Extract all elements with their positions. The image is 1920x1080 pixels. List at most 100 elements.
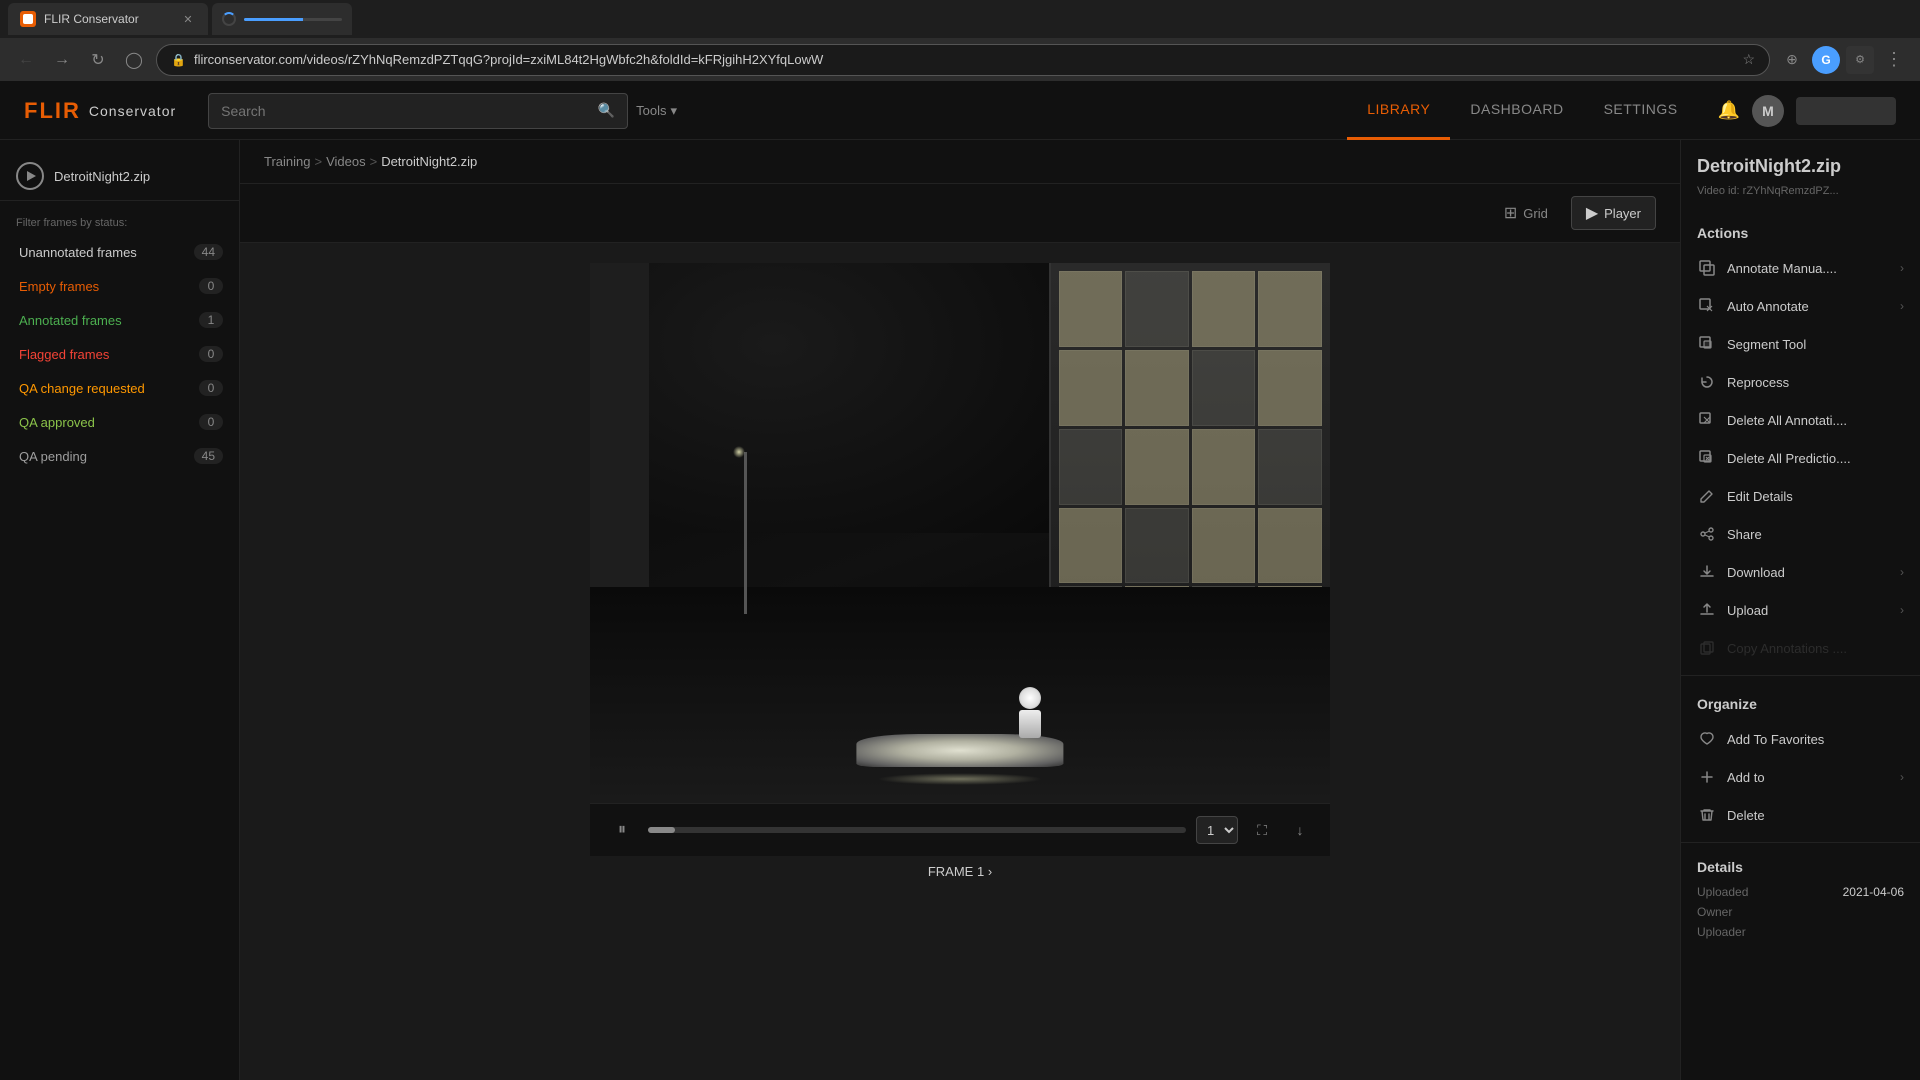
download-frame-button[interactable]: ↓ <box>1286 816 1314 844</box>
filter-qa-pending[interactable]: QA pending 45 <box>0 439 239 473</box>
right-panel: DetroitNight2.zip Video id: rZYhNqRemzdP… <box>1680 140 1920 1080</box>
logo-conservator: Conservator <box>89 103 176 119</box>
main-content: DetroitNight2.zip Filter frames by statu… <box>0 140 1920 1080</box>
filter-unannotated[interactable]: Unannotated frames 44 <box>0 235 239 269</box>
player-view-button[interactable]: ▶ Player <box>1571 196 1656 230</box>
browser-actions: ⊕ G ⚙ ⋮ <box>1778 46 1908 74</box>
action-favorites-label: Add To Favorites <box>1727 732 1904 747</box>
window <box>1192 350 1256 426</box>
breadcrumb-videos[interactable]: Videos <box>326 154 366 169</box>
breadcrumb-current: DetroitNight2.zip <box>381 154 477 169</box>
nav-dashboard[interactable]: DASHBOARD <box>1450 82 1583 140</box>
right-panel-title: DetroitNight2.zip <box>1681 156 1920 185</box>
tab-favicon <box>20 11 36 27</box>
tab-bar: FLIR Conservator ✕ <box>0 0 1920 38</box>
divider-1 <box>1681 675 1920 676</box>
filter-empty-count: 0 <box>199 278 223 294</box>
detail-uploaded-key: Uploaded <box>1697 885 1748 899</box>
forward-button[interactable]: → <box>48 46 76 74</box>
window <box>1258 350 1322 426</box>
profile-button[interactable]: G <box>1812 46 1840 74</box>
download-icon <box>1697 562 1717 582</box>
breadcrumb-sep-1: > <box>314 154 322 169</box>
breadcrumb-training[interactable]: Training <box>264 154 310 169</box>
filter-flagged[interactable]: Flagged frames 0 <box>0 337 239 371</box>
grid-view-button[interactable]: ⊞ Grid <box>1489 196 1563 230</box>
action-add-to[interactable]: Add to › <box>1681 758 1920 796</box>
person-head <box>1019 687 1041 709</box>
notifications-button[interactable]: 🔔 <box>1718 100 1740 121</box>
search-input[interactable] <box>221 103 590 119</box>
nav-library[interactable]: LIBRARY <box>1347 82 1450 140</box>
fullscreen-button[interactable]: ⛶ <box>1248 816 1276 844</box>
tools-button[interactable]: Tools ▾ <box>628 99 685 123</box>
extensions-button[interactable]: ⊕ <box>1778 46 1806 74</box>
search-bar[interactable]: 🔍 <box>208 93 628 129</box>
action-delete-predictions[interactable]: Delete All Predictio.... <box>1681 439 1920 477</box>
breadcrumb: Training > Videos > DetroitNight2.zip <box>240 140 1680 184</box>
window <box>1125 508 1189 584</box>
filter-qa-pending-count: 45 <box>194 448 223 464</box>
action-download[interactable]: Download › <box>1681 553 1920 591</box>
favorite-icon <box>1697 729 1717 749</box>
action-segment-tool[interactable]: Segment Tool <box>1681 325 1920 363</box>
reprocess-icon <box>1697 372 1717 392</box>
action-share[interactable]: Share <box>1681 515 1920 553</box>
action-upload[interactable]: Upload › <box>1681 591 1920 629</box>
action-delete-annotations[interactable]: Delete All Annotati.... <box>1681 401 1920 439</box>
filter-qa-pending-label: QA pending <box>19 449 87 464</box>
window <box>1125 271 1189 347</box>
pause-button[interactable]: ⏸ <box>606 814 638 846</box>
frame-selector[interactable]: 1 <box>1196 816 1238 844</box>
action-copy-annot-label: Copy Annotations .... <box>1727 641 1904 656</box>
action-edit-label: Edit Details <box>1727 489 1904 504</box>
progress-bar[interactable] <box>648 827 1186 833</box>
action-delete[interactable]: Delete <box>1681 796 1920 834</box>
loading-tab[interactable] <box>212 3 352 35</box>
user-avatar[interactable]: M <box>1752 95 1784 127</box>
loading-spinner <box>222 12 236 26</box>
thermal-sky <box>590 263 1049 533</box>
action-add-to-arrow: › <box>1900 770 1904 784</box>
filter-unannotated-count: 44 <box>194 244 223 260</box>
browser-menu-button[interactable]: ⋮ <box>1880 46 1908 74</box>
pause-icon: ⏸ <box>618 821 626 839</box>
app-header: FLIR Conservator 🔍 Tools ▾ LIBRARY DASHB… <box>0 82 1920 140</box>
thermal-street <box>590 587 1330 803</box>
back-button[interactable]: ← <box>12 46 40 74</box>
action-add-to-favorites[interactable]: Add To Favorites <box>1681 720 1920 758</box>
action-reprocess-label: Reprocess <box>1727 375 1904 390</box>
filter-annotated[interactable]: Annotated frames 1 <box>0 303 239 337</box>
active-tab[interactable]: FLIR Conservator ✕ <box>8 3 208 35</box>
action-upload-label: Upload <box>1727 603 1890 618</box>
light-glow <box>733 446 745 458</box>
filter-qa-change[interactable]: QA change requested 0 <box>0 371 239 405</box>
tab-close-button[interactable]: ✕ <box>180 11 196 27</box>
player-icon: ▶ <box>1586 203 1598 223</box>
extension-icon[interactable]: ⚙ <box>1846 46 1874 74</box>
home-button[interactable]: ◯ <box>120 46 148 74</box>
action-annotate-label: Annotate Manua.... <box>1727 261 1890 276</box>
thermal-car <box>856 734 1063 782</box>
frame-label[interactable]: FRAME 1 › <box>920 856 1000 887</box>
browser-toolbar: ← → ↻ ◯ 🔒 flirconservator.com/videos/rZY… <box>0 38 1920 82</box>
action-annotate-manually[interactable]: Annotate Manua.... › <box>1681 249 1920 287</box>
filter-qa-approved[interactable]: QA approved 0 <box>0 405 239 439</box>
address-bar[interactable]: 🔒 flirconservator.com/videos/rZYhNqRemzd… <box>156 44 1770 76</box>
action-auto-label: Auto Annotate <box>1727 299 1890 314</box>
nav-settings[interactable]: SETTINGS <box>1584 82 1698 140</box>
bookmark-icon[interactable]: ☆ <box>1742 51 1755 68</box>
action-edit-details[interactable]: Edit Details <box>1681 477 1920 515</box>
loading-progress <box>244 18 303 21</box>
filter-empty[interactable]: Empty frames 0 <box>0 269 239 303</box>
filter-qa-change-label: QA change requested <box>19 381 145 396</box>
window <box>1192 508 1256 584</box>
action-auto-annotate[interactable]: Auto Annotate › <box>1681 287 1920 325</box>
action-reprocess[interactable]: Reprocess <box>1681 363 1920 401</box>
light-pole <box>744 452 747 614</box>
page-area: Training > Videos > DetroitNight2.zip ⊞ … <box>240 140 1680 1080</box>
window <box>1059 350 1123 426</box>
window <box>1059 508 1123 584</box>
download-frame-icon: ↓ <box>1297 822 1304 838</box>
reload-button[interactable]: ↻ <box>84 46 112 74</box>
